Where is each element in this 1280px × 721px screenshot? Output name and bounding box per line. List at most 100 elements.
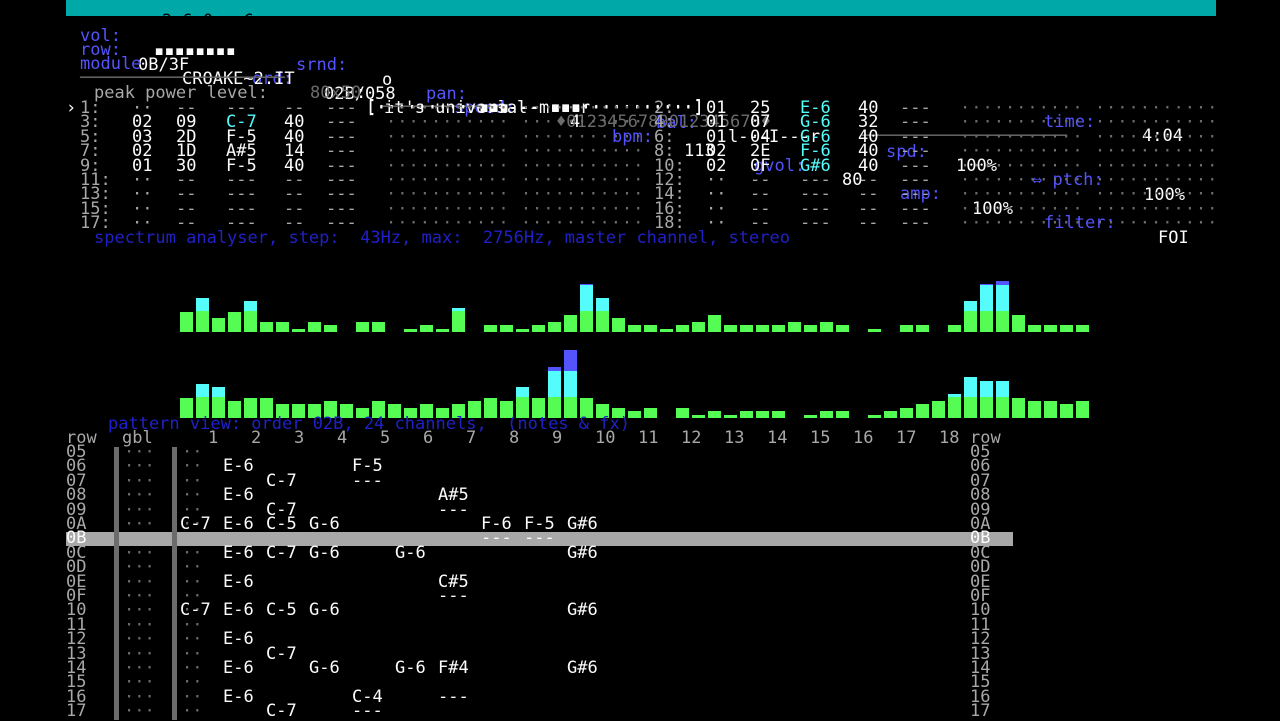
- spectrum-bar: [532, 325, 545, 332]
- spectrum-bar-cyan: [964, 377, 977, 397]
- spectrum-bar: [404, 328, 417, 332]
- spectrum-bar-cyan: [580, 285, 593, 311]
- pattern-column-header[interactable]: 8: [509, 429, 519, 446]
- pattern-column-header[interactable]: 1: [208, 429, 218, 446]
- channel-note: ---: [800, 213, 831, 234]
- pattern-column-header[interactable]: 2: [251, 429, 261, 446]
- spectrum-bar-green: [660, 328, 673, 332]
- spectrum-bar-green: [1028, 401, 1041, 418]
- pattern-note[interactable]: ---: [352, 472, 383, 489]
- pattern-column-header[interactable]: 12: [681, 429, 701, 446]
- spectrum-bar-cyan: [516, 387, 529, 397]
- pattern-note[interactable]: C-7: [180, 602, 211, 619]
- spectrum-bar: [836, 325, 849, 332]
- pattern-column-header[interactable]: 14: [767, 429, 787, 446]
- pattern-note[interactable]: C-5: [266, 515, 297, 532]
- pattern-note[interactable]: G-6: [309, 659, 340, 676]
- pattern-row-number: 17: [66, 701, 87, 721]
- pattern-note[interactable]: G-6: [395, 659, 426, 676]
- spectrum-bar: [292, 328, 305, 332]
- spectrum-bar-green: [228, 311, 241, 332]
- pattern-note[interactable]: C-7: [266, 544, 297, 561]
- spectrum-bar-green: [180, 311, 193, 332]
- spectrum-bar: [596, 298, 609, 332]
- spectrum-bar: [372, 321, 385, 332]
- pattern-note[interactable]: E-6: [223, 458, 254, 475]
- pattern-column-header[interactable]: 17: [896, 429, 916, 446]
- pattern-note[interactable]: G-6: [309, 544, 340, 561]
- pattern-note[interactable]: G#6: [567, 544, 598, 561]
- pattern-note[interactable]: ---: [481, 530, 512, 547]
- pattern-column-header[interactable]: 3: [294, 429, 304, 446]
- pattern-column-header[interactable]: 9: [552, 429, 562, 446]
- spectrum-bar: [900, 325, 913, 332]
- pattern-column-header[interactable]: 16: [853, 429, 873, 446]
- pattern-column-header[interactable]: 15: [810, 429, 830, 446]
- pattern-column-header[interactable]: 6: [423, 429, 433, 446]
- pattern-note[interactable]: E-6: [223, 486, 254, 503]
- pattern-note[interactable]: G-6: [395, 544, 426, 561]
- row-dots: ··: [182, 701, 203, 721]
- spectrum-bar-green: [452, 311, 465, 332]
- spectrum-bar: [484, 325, 497, 332]
- spectrum-bar-cyan: [996, 380, 1009, 397]
- pattern-column-header[interactable]: 5: [380, 429, 390, 446]
- spectrum-bar-green: [804, 325, 817, 332]
- pattern-note[interactable]: F#4: [438, 659, 469, 676]
- spectrum-bar-green: [628, 325, 641, 332]
- spectrum-bar: [724, 325, 737, 332]
- pattern-note[interactable]: ---: [438, 501, 469, 518]
- spectrum-bar: [564, 315, 577, 332]
- pattern-note[interactable]: ---: [438, 688, 469, 705]
- spectrum-bar: [1076, 401, 1089, 418]
- spectrum-bar-green: [948, 325, 961, 332]
- spectrum-bar-green: [516, 328, 529, 332]
- spectrum-bar-green: [996, 397, 1009, 418]
- spectrum-bar: [820, 321, 833, 332]
- spectrum-bar: [644, 325, 657, 332]
- spectrum-bar-cyan: [564, 371, 577, 397]
- spectrum-bar: [516, 328, 529, 332]
- spectrum-bar: [756, 325, 769, 332]
- pattern-note[interactable]: G-6: [309, 602, 340, 619]
- spectrum-bar: [708, 315, 721, 332]
- spectrum-bar-green: [1060, 404, 1073, 418]
- pattern-note[interactable]: ---: [438, 587, 469, 604]
- spectrum-bar: [628, 325, 641, 332]
- pattern-note[interactable]: G-6: [309, 515, 340, 532]
- pattern-note[interactable]: E-6: [223, 602, 254, 619]
- pattern-note[interactable]: C-5: [266, 602, 297, 619]
- pattern-column-header[interactable]: 11: [638, 429, 658, 446]
- pattern-note[interactable]: E-6: [223, 630, 254, 647]
- pattern-note[interactable]: G#6: [567, 659, 598, 676]
- pattern-note[interactable]: G#6: [567, 602, 598, 619]
- pattern-column-header[interactable]: 7: [466, 429, 476, 446]
- pattern-note[interactable]: E-6: [223, 659, 254, 676]
- pattern-note[interactable]: ---: [524, 530, 555, 547]
- pattern-note[interactable]: E-6: [223, 573, 254, 590]
- spectrum-bar: [676, 325, 689, 332]
- pattern-note[interactable]: ---: [352, 702, 383, 719]
- spectrum-bar-green: [996, 311, 1009, 332]
- pattern-note[interactable]: C-7: [266, 645, 297, 662]
- pattern-note[interactable]: E-6: [223, 515, 254, 532]
- spectrum-bar-green: [756, 325, 769, 332]
- pattern-note[interactable]: E-6: [223, 688, 254, 705]
- spectrum-bar: [948, 394, 961, 418]
- spectrum-bar-green: [580, 311, 593, 332]
- spectrum-bar: [1012, 397, 1025, 418]
- pattern-note[interactable]: E-6: [223, 544, 254, 561]
- pattern-column-header[interactable]: 10: [595, 429, 615, 446]
- pattern-note[interactable]: C-7: [180, 515, 211, 532]
- pattern-note[interactable]: C-7: [266, 472, 297, 489]
- spectrum-top: [180, 260, 1100, 332]
- spectrum-bar-green: [916, 404, 929, 418]
- spectrum-bar: [1012, 315, 1025, 332]
- pattern-column-header[interactable]: 18: [939, 429, 959, 446]
- pattern-column-header[interactable]: 13: [724, 429, 744, 446]
- spectrum-bar-green: [276, 321, 289, 332]
- gbl-dots: ···: [124, 701, 155, 721]
- pattern-note[interactable]: G#6: [567, 515, 598, 532]
- pattern-column-header[interactable]: 4: [337, 429, 347, 446]
- pattern-note[interactable]: C-7: [266, 702, 297, 719]
